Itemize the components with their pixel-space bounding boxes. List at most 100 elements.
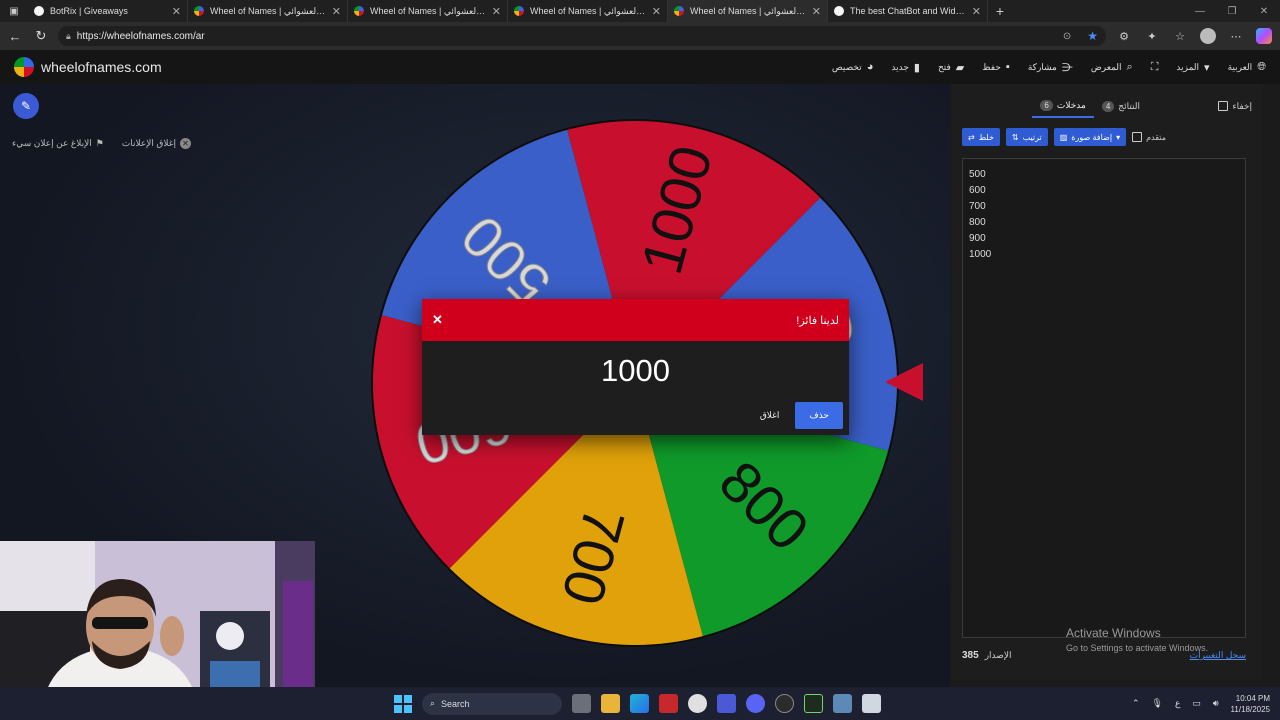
tab-title: BotRix | Giveaways (50, 6, 128, 16)
browser-tab[interactable]: BotRix | Giveaways ✕ (28, 0, 188, 22)
menu-share[interactable]: ⋲ مشاركة (1028, 61, 1073, 74)
tab-entries[interactable]: مدخلات 6 (1032, 94, 1094, 118)
input-language[interactable]: ع (1175, 698, 1180, 709)
more-menu-icon[interactable]: ⋯ (1226, 26, 1246, 46)
entry-line: 800 (969, 217, 986, 228)
shuffle-button[interactable]: ⇄ خلط (962, 128, 1000, 146)
discord-icon[interactable] (746, 694, 765, 713)
close-tab-icon[interactable]: ✕ (972, 5, 981, 18)
menu-more[interactable]: ▾ المزيد (1176, 61, 1209, 74)
menu-label: المزيد (1176, 61, 1200, 72)
top-menu: 🌐︎ العربية ▾ المزيد ⛶ ⌕ المعرض ⋲ مشاركة ▪ حفظ… (832, 61, 1266, 74)
browser-tab[interactable]: The best ChatBot and Widgets fo ✕ (828, 0, 988, 22)
system-clock[interactable]: 10:04 PM 11/18/2025 (1231, 693, 1270, 715)
add-image-button[interactable]: ▨ إضافة صورة ▾ (1053, 128, 1127, 146)
winner-dialog: لدينا فائز! ✕ 1000 حذف اغلاق (422, 299, 849, 435)
menu-new[interactable]: ▮ جديد (891, 61, 920, 74)
extension-puzzle-icon[interactable]: ✦ (1142, 26, 1162, 46)
tab-title: Wheel of Names | الاسم العشوائي (210, 5, 326, 16)
report-ad-link[interactable]: ⚑ الإبلاغ عن إعلان سيء (12, 138, 104, 149)
close-tab-icon[interactable]: ✕ (492, 5, 501, 18)
menu-fullscreen[interactable]: ⛶ (1151, 61, 1159, 74)
photos-icon[interactable] (833, 694, 852, 713)
volume-icon[interactable]: 🔊︎ (1213, 698, 1219, 709)
chevron-down-icon: ▾ (1204, 61, 1210, 74)
hide-label: إخفاء (1232, 100, 1252, 111)
wheel-favicon-icon (674, 6, 684, 16)
minimize-icon[interactable]: — (1184, 0, 1216, 22)
address-toolbar: ← ↻ 🔒︎ https://wheelofnames.com/ar ⊙ ★ ⚙… (0, 22, 1280, 50)
restore-icon[interactable]: ❐ (1216, 0, 1248, 22)
menu-save[interactable]: ▪ حفظ (982, 61, 1010, 73)
streamlabs-icon[interactable] (804, 694, 823, 713)
copilot-button[interactable] (1254, 26, 1274, 46)
menu-label: العربية (1227, 61, 1253, 72)
favorite-star-icon[interactable]: ★ (1087, 29, 1098, 43)
task-view-icon[interactable] (572, 694, 591, 713)
profile-avatar[interactable] (1198, 26, 1218, 46)
window-controls: — ❐ ✕ (1184, 0, 1280, 22)
close-window-icon[interactable]: ✕ (1248, 0, 1280, 22)
refresh-icon[interactable]: ↻ (32, 27, 50, 45)
windows-start-icon[interactable] (394, 694, 412, 713)
browser-tab[interactable]: Wheel of Names | الاسم العشوائي ✕ (188, 0, 348, 22)
file-explorer-icon[interactable] (601, 694, 620, 713)
advanced-label: متقدم (1146, 132, 1166, 142)
globe-icon: 🌐︎ (1257, 60, 1266, 73)
entries-panel: مدخلات 6 النتائج 4 إخفاء ⇄ خلط ⇅ ترتيب ▨ إض… (952, 84, 1262, 680)
taskbar-search[interactable]: ⌕ Search (422, 692, 562, 715)
tab-results[interactable]: النتائج 4 (1094, 94, 1148, 118)
tray-overflow-icon[interactable]: ⌃ (1132, 698, 1140, 709)
chatbot-favicon-icon (834, 6, 844, 16)
remove-button[interactable]: حذف (795, 402, 843, 429)
new-tab-button[interactable]: + (988, 3, 1012, 19)
back-arrow-icon[interactable]: ← (6, 27, 24, 45)
close-tab-icon[interactable]: ✕ (652, 5, 661, 18)
clock-app-icon[interactable] (688, 694, 707, 713)
network-icon[interactable]: ▭ (1192, 698, 1201, 709)
menu-gallery[interactable]: ⌕ المعرض (1091, 61, 1133, 74)
close-tab-icon[interactable]: ✕ (812, 5, 821, 18)
edit-pencil-button[interactable]: ✎ (13, 93, 39, 119)
tab-actions-icon[interactable]: ▣ (0, 0, 28, 22)
close-tab-icon[interactable]: ✕ (332, 5, 341, 18)
site-logo[interactable]: wheelofnames.com (14, 57, 162, 77)
close-ads-link[interactable]: ✕ إغلاق الإعلانات (122, 138, 191, 149)
sort-icon: ⇅ (1011, 132, 1019, 142)
obs-icon[interactable] (775, 694, 794, 713)
wheel-favicon-icon (194, 6, 204, 16)
advanced-checkbox[interactable] (1132, 132, 1143, 142)
read-aloud-icon[interactable]: ⊙ (1063, 31, 1071, 42)
menu-customize[interactable]: ◕ تخصيص (832, 61, 874, 73)
edge-icon[interactable] (630, 694, 649, 713)
sort-button[interactable]: ⇅ ترتيب (1005, 128, 1048, 146)
extensions-icon[interactable]: ⚙ (1114, 26, 1134, 46)
close-icon[interactable]: ✕ (432, 312, 443, 328)
wheel-favicon-icon (514, 6, 524, 16)
tab-title: Wheel of Names | الاسم العشوائي (530, 5, 646, 16)
hide-checkbox[interactable] (1218, 101, 1229, 111)
menu-open[interactable]: ▰ فتح (938, 61, 964, 74)
menu-language[interactable]: 🌐︎ العربية (1228, 61, 1266, 74)
hide-checkbox-group[interactable]: إخفاء (1218, 101, 1252, 112)
dialog-header: لدينا فائز! ✕ (422, 299, 849, 341)
browser-tab[interactable]: Wheel of Names | الاسم العشوائي ✕ (508, 0, 668, 22)
copilot-icon (1256, 28, 1272, 44)
teams-icon[interactable] (717, 694, 736, 713)
favorites-icon[interactable]: ☆ (1170, 26, 1190, 46)
microphone-icon[interactable]: 🎙︎ (1152, 698, 1163, 709)
close-button[interactable]: اغلاق (760, 410, 780, 421)
advanced-toggle[interactable]: متقدم (1132, 132, 1166, 142)
browser-tab[interactable]: Wheel of Names | الاسم العشوائي ✕ (348, 0, 508, 22)
browser-tab-active[interactable]: Wheel of Names | الاسم العشوائي ✕ (668, 0, 828, 22)
entries-textarea[interactable]: 500 600 700 800 900 1000 (962, 158, 1246, 638)
panel-tabs: مدخلات 6 النتائج 4 إخفاء (962, 94, 1252, 118)
close-tab-icon[interactable]: ✕ (172, 5, 181, 18)
url-bar[interactable]: 🔒︎ https://wheelofnames.com/ar ⊙ ★ (58, 26, 1106, 46)
report-ad-label: الإبلاغ عن إعلان سيء (12, 138, 92, 148)
windows-taskbar: ⌕ Search ⌃ 🎙︎ ع ▭ 🔊︎ 10:04 PM 11/18/2025 (0, 687, 1280, 720)
button-label: ترتيب (1022, 132, 1042, 142)
netflix-icon[interactable] (659, 694, 678, 713)
notepad-icon[interactable] (862, 694, 881, 713)
close-ads-label: إغلاق الإعلانات (121, 138, 176, 148)
